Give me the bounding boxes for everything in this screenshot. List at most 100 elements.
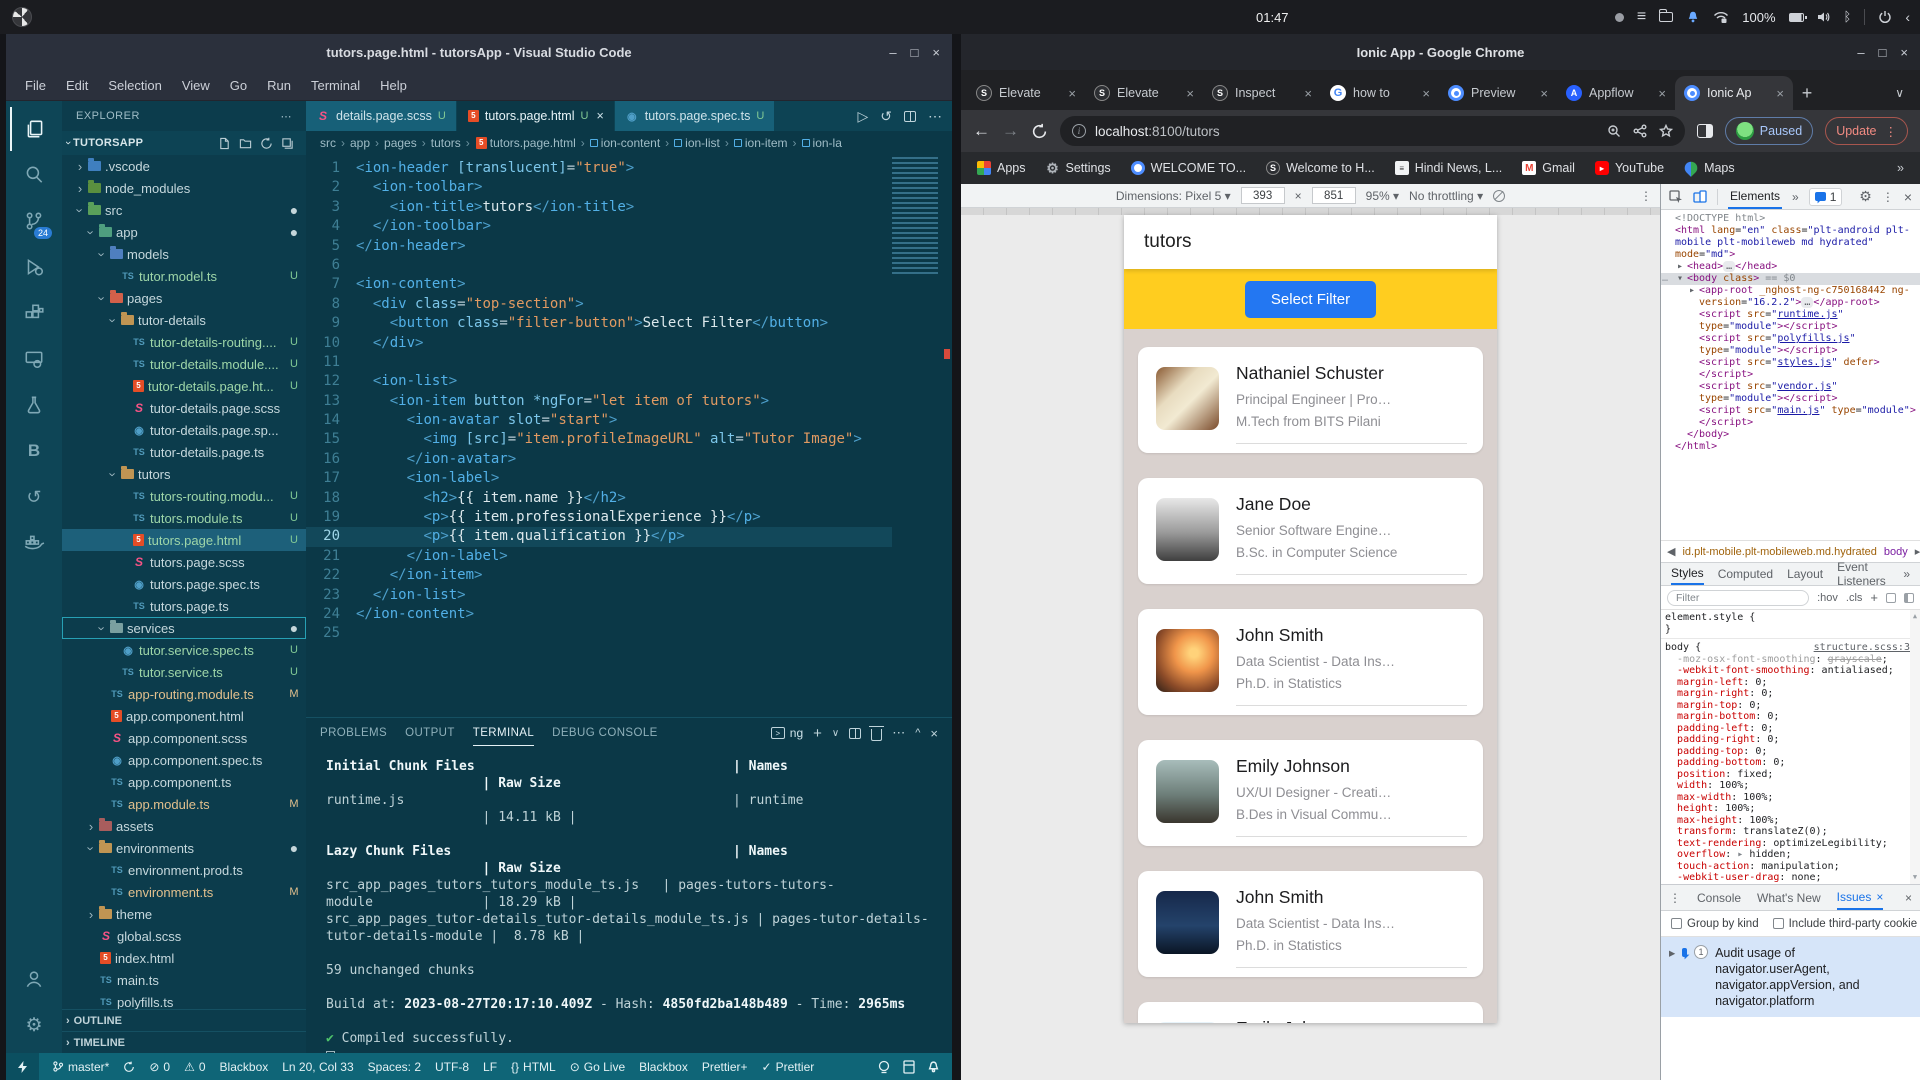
menu-go[interactable]: Go (221, 74, 256, 97)
panel-more-icon[interactable]: ⋯ (892, 725, 905, 741)
new-rule-icon[interactable]: + (1870, 590, 1878, 605)
dom-node[interactable]: <html lang="en" class="plt-android plt-m… (1661, 225, 1920, 261)
dom-node[interactable]: <script src="styles.js" defer></script> (1661, 357, 1920, 381)
notifications-bell-icon[interactable] (927, 1060, 940, 1074)
status-item-html[interactable]: {} HTML (504, 1060, 563, 1074)
feedback-icon[interactable] (877, 1060, 891, 1074)
update-chrome-button[interactable]: Update ⋮ (1825, 117, 1908, 145)
browser-tab-Inspect[interactable]: S Inspect × (1203, 76, 1321, 110)
devtools-menu-icon[interactable]: ⋮ (1882, 190, 1894, 204)
dom-node[interactable]: ▸ <app-root _nghost-ng-c750168442 ng-vers… (1661, 285, 1920, 309)
menu-edit[interactable]: Edit (57, 74, 97, 97)
console-tab-issues[interactable]: Issues × (1836, 885, 1884, 910)
css-property[interactable]: text-rendering: optimizeLegibility; (1665, 838, 1916, 850)
css-property[interactable]: margin-left: 0; (1665, 677, 1916, 689)
explorer-more-icon[interactable]: ⋯ (281, 110, 293, 123)
search-icon[interactable] (10, 153, 58, 197)
address-bar[interactable]: i localhost:8100/tutors (1060, 116, 1685, 146)
panel-tab-debug-console[interactable]: DEBUG CONSOLE (552, 721, 658, 746)
tutor-card[interactable]: Emily Johnson (1138, 1002, 1483, 1023)
layout-icon[interactable] (1904, 592, 1914, 603)
bookmark-WELCOME-TO-[interactable]: WELCOME TO... (1130, 161, 1246, 175)
bell-icon[interactable] (1686, 10, 1700, 24)
forward-icon[interactable]: → (1002, 121, 1019, 141)
css-property[interactable]: -moz-osx-font-smoothing: grayscale; (1665, 654, 1916, 666)
panel-tab-problems[interactable]: PROBLEMS (320, 721, 387, 746)
new-folder-icon[interactable] (239, 137, 252, 150)
tree-item-tutor-details-page-scss[interactable]: Stutor-details.page.scss (62, 397, 306, 419)
issues-badge[interactable]: 1 (1808, 187, 1843, 206)
wifi-lock-icon[interactable] (1713, 11, 1729, 24)
side-panel-icon[interactable] (1696, 124, 1713, 138)
breadcrumb[interactable]: src › app › pages › tutors › 5 tutors.page.html › i… (306, 131, 952, 155)
css-property[interactable]: overflow: ▸ hidden; (1665, 849, 1916, 861)
status-item-ln-20-col-33[interactable]: Ln 20, Col 33 (275, 1060, 360, 1074)
tree-item-tutors-page-html[interactable]: 5 tutors.page.html U (62, 529, 306, 551)
close-tab-icon[interactable]: × (1068, 86, 1076, 101)
tree-item-tutor-details-page-ht-[interactable]: 5 tutor-details.page.ht... U (62, 375, 306, 397)
split-terminal-icon[interactable] (849, 727, 862, 739)
tree-item-global-scss[interactable]: Sglobal.scss (62, 925, 306, 947)
status-item-spaces-2[interactable]: Spaces: 2 (361, 1060, 428, 1074)
profile-chip[interactable]: Paused (1724, 117, 1814, 145)
breadcrumb-item[interactable]: ion-content (589, 136, 660, 150)
record-icon[interactable] (1614, 12, 1624, 22)
expand-arrow-icon[interactable]: ▸ (1687, 285, 1697, 297)
menu-view[interactable]: View (173, 74, 219, 97)
status-item-go-live[interactable]: ⊙ Go Live (563, 1060, 632, 1074)
tree-item-app-routing-module-ts[interactable]: TS app-routing.module.ts M (62, 683, 306, 705)
css-property[interactable]: position: fixed; (1665, 769, 1916, 781)
project-section-header[interactable]: › TUTORSAPP (62, 131, 306, 155)
devtools-close-icon[interactable]: × (1904, 189, 1912, 205)
tree-item-index-html[interactable]: 5 index.html (62, 947, 306, 969)
checkbox-group-by-kind[interactable]: Group by kind (1671, 918, 1759, 930)
close-tab-icon[interactable]: × (1422, 86, 1430, 101)
files-tray-icon[interactable] (1659, 9, 1674, 22)
open-changes-icon[interactable]: ↺ (880, 108, 892, 125)
tutor-card[interactable]: Nathaniel Schuster Principal Engineer | … (1138, 347, 1483, 453)
close-tab-icon[interactable]: × (596, 109, 603, 123)
status-item-0[interactable]: ⊘ 0 (142, 1060, 177, 1074)
bookmark-star-icon[interactable] (1658, 124, 1673, 138)
bookmark-Hindi-News-L-[interactable]: ≡ Hindi News, L... (1394, 161, 1502, 175)
vscode-close-button[interactable]: × (932, 45, 940, 60)
browser-tab-Elevate[interactable]: S Elevate × (1085, 76, 1203, 110)
maximize-panel-icon[interactable]: ^ (915, 727, 920, 739)
tree-item-tutors-module-ts[interactable]: TS tutors.module.ts U (62, 507, 306, 529)
device-height-input[interactable]: 851 (1311, 187, 1356, 204)
browser-tab-Ionic-Ap[interactable]: Ionic Ap × (1675, 76, 1793, 110)
status-item-lf[interactable]: LF (476, 1060, 504, 1074)
status-item-sync[interactable] (116, 1061, 142, 1073)
remote-indicator[interactable] (6, 1053, 39, 1080)
dom-node[interactable]: <script src="runtime.js" type="module"><… (1661, 309, 1920, 333)
timeline-section[interactable]: › TIMELINE (62, 1031, 306, 1053)
status-item-prettier-[interactable]: Prettier+ (695, 1060, 755, 1074)
css-property[interactable]: margin-bottom: 0; (1665, 711, 1916, 723)
tree-item-node-modules[interactable]: › node_modules (62, 177, 306, 199)
dom-node[interactable]: <script src="main.js" type="module"></sc… (1661, 405, 1920, 429)
tree-item-tutors[interactable]: › tutors (62, 463, 306, 485)
close-tab-icon[interactable]: × (1776, 86, 1784, 101)
css-property[interactable]: padding-right: 0; (1665, 734, 1916, 746)
vscode-maximize-button[interactable]: □ (911, 45, 919, 60)
back-icon[interactable]: ← (973, 121, 990, 141)
elements-breadcrumb[interactable]: ◀ id.plt-mobile.plt-mobileweb.md.hydrate… (1661, 540, 1920, 562)
minimap[interactable] (892, 157, 938, 275)
css-property[interactable]: -webkit-user-drag: none; (1665, 872, 1916, 884)
panel-collapse-icon[interactable]: ‹ (1905, 9, 1910, 25)
breadcrumb-item[interactable]: ion-list (674, 136, 720, 150)
close-drawer-icon[interactable]: × (1905, 891, 1912, 905)
tree-item-tutors-page-ts[interactable]: TS tutors.page.ts (62, 595, 306, 617)
body-rule-selector[interactable]: structure.scss:37 body { (1665, 642, 1916, 654)
tree-item-app-module-ts[interactable]: TS app.module.ts M (62, 793, 306, 815)
new-terminal-icon[interactable]: + (813, 725, 822, 742)
refresh-icon[interactable] (260, 137, 273, 150)
new-tab-button[interactable]: + (1793, 79, 1821, 107)
tree-item-app-component-html[interactable]: 5 app.component.html (62, 705, 306, 727)
css-property[interactable]: margin-top: 0; (1665, 700, 1916, 712)
devtools-settings-icon[interactable]: ⚙ (1859, 188, 1872, 205)
dom-node[interactable]: <!DOCTYPE html> (1661, 213, 1920, 225)
terminal-dropdown-icon[interactable]: ∨ (832, 728, 839, 739)
run-debug-icon[interactable] (10, 245, 58, 289)
css-property[interactable]: padding-left: 0; (1665, 723, 1916, 735)
